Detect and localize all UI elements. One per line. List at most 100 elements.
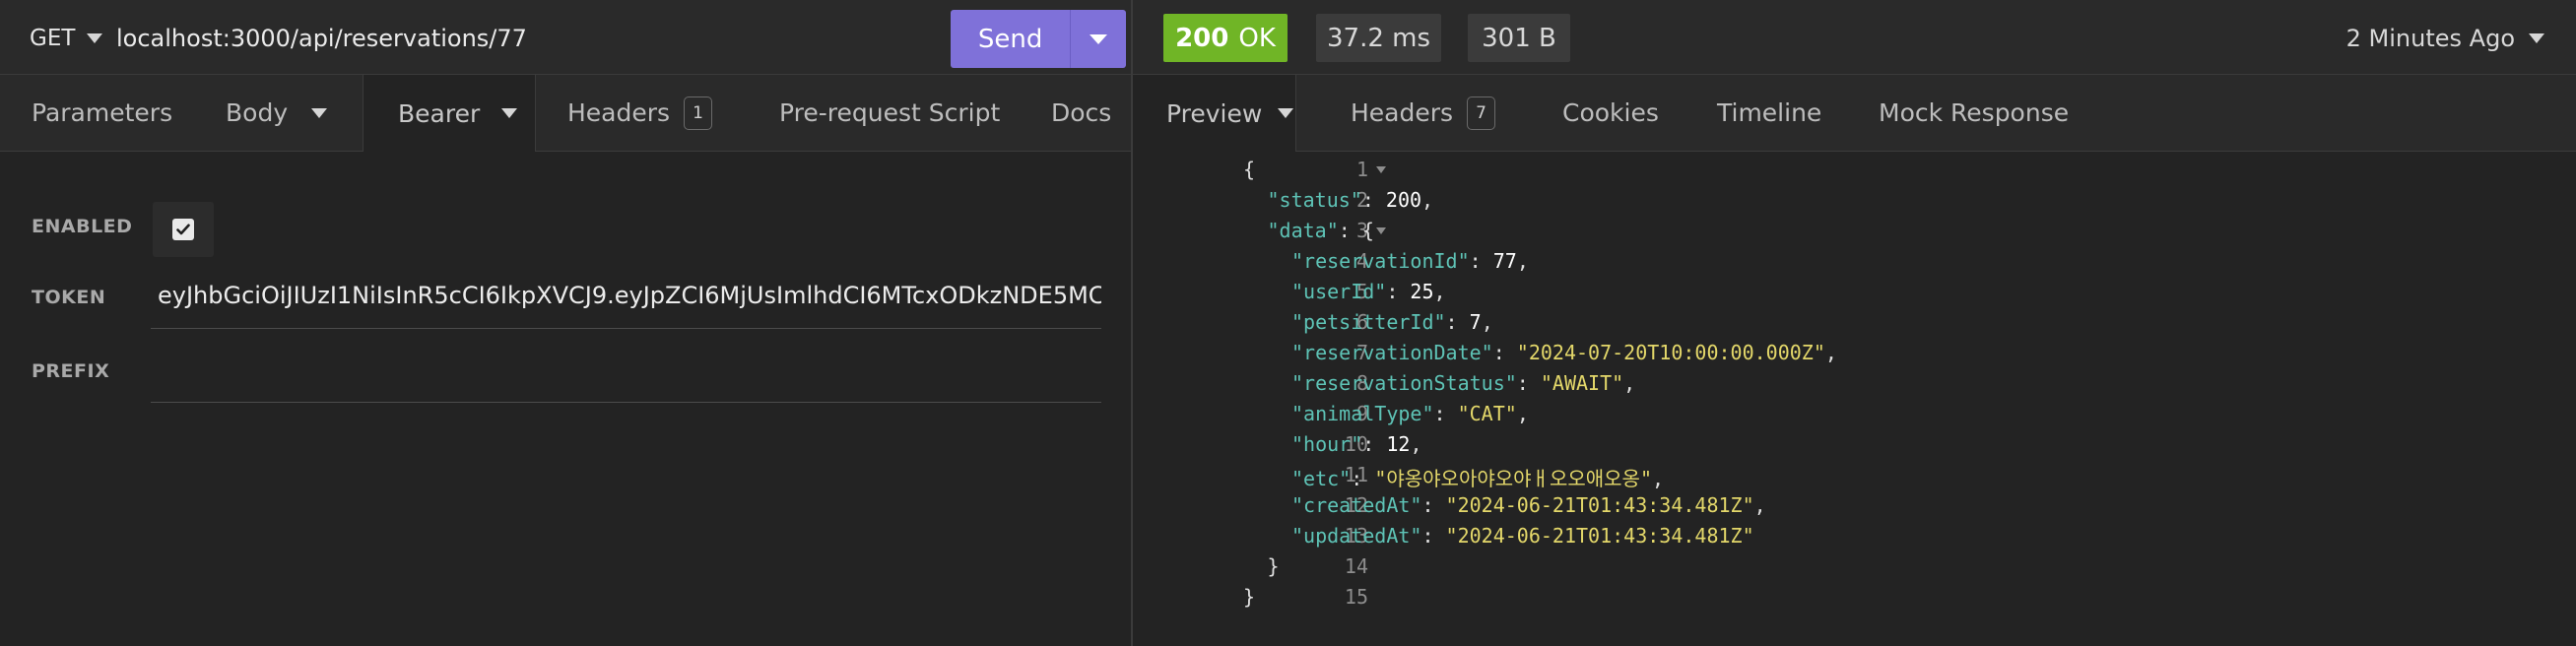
json-punct: ,	[1516, 402, 1529, 425]
json-string: "야옹야오아야오야ㅐ오오애오옹"	[1374, 467, 1652, 490]
tab-label: Body	[226, 98, 289, 127]
json-number: 200	[1385, 188, 1422, 212]
enabled-label: ENABLED	[32, 216, 133, 237]
tab-headers[interactable]: Headers 1	[567, 75, 712, 151]
send-button[interactable]: Send	[951, 10, 1070, 68]
json-punct: ,	[1421, 188, 1434, 212]
json-punct: }	[1267, 554, 1280, 578]
json-punct: :	[1469, 249, 1493, 273]
send-button-group: Send	[951, 10, 1126, 68]
json-key: "reservationId"	[1291, 249, 1470, 273]
tab-cookies[interactable]: Cookies	[1562, 75, 1659, 151]
json-key: "createdAt"	[1291, 493, 1422, 517]
json-number: 12	[1386, 432, 1411, 456]
code-line: 5 "userId": 25,	[1133, 280, 2576, 310]
token-value: eyJhbGciOiJIUzI1NiIsInR5cCI6IkpXVCJ9.eyJ…	[158, 282, 1101, 309]
chevron-down-icon	[501, 108, 518, 118]
url-bar: GET localhost:3000/api/reservations/77 S…	[0, 0, 1131, 75]
json-punct: ,	[1433, 280, 1446, 303]
token-label: TOKEN	[32, 287, 106, 308]
code-text: "updatedAt": "2024-06-21T01:43:34.481Z"	[1291, 524, 1754, 548]
fold-arrow-icon[interactable]	[1376, 227, 1386, 234]
json-key: "hour"	[1291, 432, 1363, 456]
tab-response-headers[interactable]: Headers 7	[1351, 75, 1495, 151]
json-key: "data"	[1267, 219, 1339, 242]
status-badge: 200 OK	[1163, 14, 1288, 62]
json-punct: :	[1351, 467, 1375, 490]
code-line: 10 "hour": 12,	[1133, 432, 2576, 463]
tab-label: Headers	[567, 98, 671, 127]
code-text: "hour": 12,	[1291, 432, 1421, 456]
fold-arrow-icon[interactable]	[1376, 166, 1386, 173]
response-time-badge: 37.2 ms	[1316, 14, 1441, 62]
json-key: "updatedAt"	[1291, 524, 1422, 548]
code-text: "petsitterId": 7,	[1291, 310, 1493, 334]
json-key: "reservationDate"	[1291, 341, 1493, 364]
tab-bearer[interactable]: Bearer	[363, 75, 536, 152]
json-punct: :	[1421, 493, 1446, 517]
json-string: "2024-06-21T01:43:34.481Z"	[1445, 524, 1754, 548]
tab-label: Parameters	[32, 98, 173, 127]
code-text: "reservationStatus": "AWAIT",	[1291, 371, 1635, 395]
tab-preview[interactable]: Preview	[1133, 75, 1296, 152]
tab-docs[interactable]: Docs	[1051, 75, 1111, 151]
enabled-checkbox[interactable]	[172, 219, 194, 240]
request-tabs: Parameters Body Bearer Headers 1 Pre-req…	[0, 75, 1131, 152]
headers-count-badge: 1	[684, 96, 712, 130]
code-line: 7 "reservationDate": "2024-07-20T10:00:00…	[1133, 341, 2576, 371]
code-line: 4 "reservationId": 77,	[1133, 249, 2576, 280]
tab-body[interactable]: Body	[226, 75, 328, 151]
code-line: 12 "createdAt": "2024-06-21T01:43:34.481Z…	[1133, 493, 2576, 524]
tab-mock-response[interactable]: Mock Response	[1879, 75, 2069, 151]
response-tabs: Preview Headers 7 Cookies Timeline Mock …	[1133, 75, 2576, 152]
json-number: 25	[1410, 280, 1434, 303]
json-punct: : {	[1338, 219, 1374, 242]
tab-label: Pre-request Script	[779, 98, 1001, 127]
code-line: 3 "data": {	[1133, 219, 2576, 249]
line-number: 14	[1344, 554, 1368, 578]
json-string: "2024-06-21T01:43:34.481Z"	[1445, 493, 1754, 517]
enabled-checkbox-wrapper	[153, 202, 214, 257]
code-text: "etc": "야옹야오아야오야ㅐ오오애오옹",	[1291, 463, 1664, 491]
code-line: 8 "reservationStatus": "AWAIT",	[1133, 371, 2576, 402]
code-line: 9 "animalType": "CAT",	[1133, 402, 2576, 432]
response-pane: 200 OK 37.2 ms 301 B 2 Minutes Ago Previ…	[1133, 0, 2576, 646]
json-punct: :	[1516, 371, 1541, 395]
json-key: "reservationStatus"	[1291, 371, 1517, 395]
tab-pre-request-script[interactable]: Pre-request Script	[779, 75, 1000, 151]
json-key: "petsitterId"	[1291, 310, 1446, 334]
json-string: "AWAIT"	[1540, 371, 1624, 395]
json-key: "status"	[1267, 188, 1362, 212]
json-punct: ,	[1410, 432, 1422, 456]
prefix-input[interactable]	[151, 344, 1101, 403]
json-punct: :	[1386, 280, 1411, 303]
checkmark-icon	[176, 224, 190, 235]
json-key: "animalType"	[1291, 402, 1434, 425]
json-punct: :	[1421, 524, 1446, 548]
response-body-viewer[interactable]: 1{2 "status": 200, 3 "data": {4 "reservation…	[1133, 158, 2576, 630]
history-dropdown[interactable]: 2 Minutes Ago	[2346, 22, 2544, 55]
url-input[interactable]: localhost:3000/api/reservations/77	[116, 22, 527, 55]
chevron-down-icon	[87, 33, 103, 43]
code-line: 15}	[1133, 585, 2576, 615]
line-number: 1	[1355, 158, 1368, 181]
token-input[interactable]: eyJhbGciOiJIUzI1NiIsInR5cCI6IkpXVCJ9.eyJ…	[151, 270, 1101, 329]
tab-parameters[interactable]: Parameters	[32, 75, 172, 151]
send-options-button[interactable]	[1070, 10, 1126, 68]
chevron-down-icon	[1278, 108, 1294, 118]
json-string: "CAT"	[1457, 402, 1517, 425]
tab-label: Timeline	[1717, 98, 1822, 127]
code-text: "reservationDate": "2024-07-20T10:00:00.…	[1291, 341, 1837, 364]
code-line: 1{	[1133, 158, 2576, 188]
json-punct: ,	[1481, 310, 1493, 334]
tab-timeline[interactable]: Timeline	[1717, 75, 1821, 151]
tab-label: Mock Response	[1879, 98, 2070, 127]
tab-label: Preview	[1166, 98, 1263, 128]
code-text: "data": {	[1268, 219, 1374, 242]
method-selector[interactable]: GET	[30, 22, 103, 55]
json-punct: {	[1243, 158, 1256, 181]
json-punct: :	[1492, 341, 1517, 364]
tab-label: Headers	[1351, 98, 1454, 127]
json-punct: }	[1243, 585, 1256, 609]
json-punct: ,	[1516, 249, 1529, 273]
